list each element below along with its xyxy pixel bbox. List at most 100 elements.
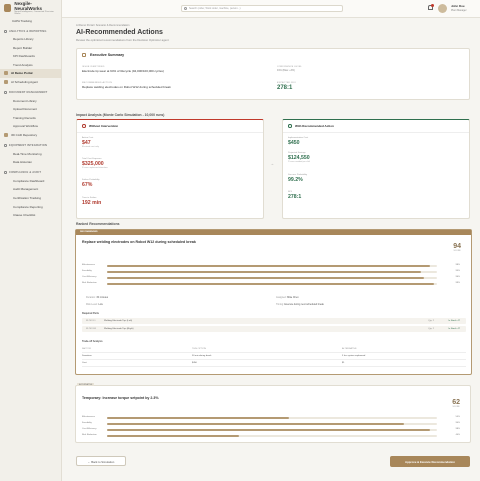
brand-name: Nexgile-NeuralWorks xyxy=(14,1,43,11)
robot-icon xyxy=(4,79,8,84)
sparkle-icon xyxy=(4,71,8,76)
topbar: Search (order, Work order, machine, pers… xyxy=(62,0,480,18)
recommendation-2-title: Temporary: Increase torque setpoint by 2… xyxy=(82,396,159,400)
without-title: Without Intervention xyxy=(89,124,119,128)
page-title: AI-Recommended Actions xyxy=(76,29,163,36)
search-icon xyxy=(184,7,187,11)
ranked-title: Ranked Recommendations xyxy=(76,222,120,226)
with-roi: ROI 278:1 xyxy=(288,191,302,200)
recommendation-card-2[interactable]: ALTERNATIVE Temporary: Increase torque s… xyxy=(75,383,471,443)
page-subtitle: Review the optimized recommendations fro… xyxy=(76,37,169,42)
document-icon xyxy=(4,91,7,95)
without-total-cost: Total Cost Exposure $325,000 3 hours unpla… xyxy=(82,158,108,169)
warning-icon xyxy=(82,124,86,128)
with-implementation-cost: Implementation Cost $450 xyxy=(288,137,309,146)
without-action-cost: Action Cost $47 Electrode cost only xyxy=(82,137,99,148)
cube-icon xyxy=(4,132,8,137)
table-header: FACTOR THIS OPTION ALTERNATIVE xyxy=(82,346,466,353)
score-bar-feasibility: Feasibility 90% xyxy=(82,421,460,425)
sidebar-item-clause-checklist[interactable]: Clause Checklist xyxy=(0,211,61,220)
confidence-level: CONFIDENCE LEVEL 91% (Bias: +3%) xyxy=(277,65,303,72)
score-bar-cost-efficiency: Cost Efficiency 98% xyxy=(82,427,460,431)
part-row: W-7474-R Welding Electrode Tips (Right) Qt… xyxy=(82,326,466,332)
with-projected-savings: Projected Savings $124,550 2 hours avoided… xyxy=(288,152,310,163)
without-time-to-failure: Time to Failure 192 min xyxy=(82,197,102,206)
recommended-banner: RECOMMENDED xyxy=(76,230,471,235)
part-row: W-7474-1 Welding Electrode Tips (Left) Qty… xyxy=(82,318,466,324)
sidebar-section-compliance[interactable]: COMPLIANCE & AUDIT xyxy=(4,171,57,175)
sidebar-section-equipment[interactable]: EQUIPMENT INTEGRATION xyxy=(4,144,57,148)
with-success-probability: Success Probability 99.2% xyxy=(288,174,308,183)
impact-title: Impact Analysis (Monte Carlo Simulation … xyxy=(76,113,165,117)
sidebar-item-certification-tracking[interactable]: Certification Tracking xyxy=(0,194,61,203)
executive-summary-title: Executive Summary xyxy=(90,52,125,57)
sidebar-item-approval-workflow[interactable]: Approval Workflow xyxy=(0,122,61,131)
sidebar-item-training-records[interactable]: Training Records xyxy=(0,113,61,122)
without-intervention-card: Without Intervention Action Cost $47 Elect… xyxy=(76,119,264,219)
ranked-recommendations: Ranked Recommendations RECOMMENDED Repla… xyxy=(75,222,472,375)
arrow-right-icon: → xyxy=(270,161,274,166)
recommendation-score: 94 SCORE xyxy=(453,243,461,252)
check-icon xyxy=(288,124,292,128)
back-to-simulation-button[interactable]: ← Back to Simulation xyxy=(76,456,126,466)
recommendation-card-1[interactable]: RECOMMENDED Replace welding electrodes o… xyxy=(75,229,472,375)
notification-bell-icon[interactable] xyxy=(427,4,434,11)
table-row: Cost $450 $1 xyxy=(82,360,466,367)
sidebar-section-documents[interactable]: DOCUMENT MANAGEMENT xyxy=(4,91,57,95)
sidebar-item-capa-tracking[interactable]: CAPA Tracking xyxy=(0,16,61,25)
score-bar-cost-efficiency: Cost Efficiency 96% xyxy=(82,275,460,279)
sidebar-item-data-historian[interactable]: Data Historian xyxy=(0,158,61,167)
detail-assigned: Assigned: Mike Chen xyxy=(276,296,299,299)
sidebar-item-document-library[interactable]: Document Library xyxy=(0,96,61,105)
with-recommended-card: With Recommended Action Implementation C… xyxy=(282,119,470,219)
sidebar: Nexgile-NeuralWorks Neural Intelligence,… xyxy=(0,0,62,481)
chart-icon xyxy=(4,29,7,33)
search-input[interactable]: Search (order, Work order, machine, pers… xyxy=(181,4,343,12)
impact-analysis: Impact Analysis (Monte Carlo Simulation … xyxy=(76,113,470,219)
brand-logo-icon xyxy=(4,4,12,12)
sidebar-item-real-time-monitoring[interactable]: Real-Time Monitoring xyxy=(0,149,61,158)
notification-dot xyxy=(431,4,434,7)
breadcrumb[interactable]: AI Demo Portal / Scenario & Recommendati… xyxy=(76,24,470,27)
sidebar-item-ai-demo-portal[interactable]: AI Demo Portal xyxy=(0,68,61,78)
score-bar-risk-reduction: Risk Reduction 99% xyxy=(82,281,460,285)
sidebar-item-upload-document[interactable]: Upload Document xyxy=(0,105,61,114)
approve-execute-button[interactable]: Approve & Execute Recommendation xyxy=(390,456,470,467)
executive-summary-card: Executive Summary ISSUE IDENTIFIED Electr… xyxy=(76,47,470,100)
shield-icon xyxy=(4,171,7,175)
trade-off-table: FACTOR THIS OPTION ALTERNATIVE Downtime 30 … xyxy=(82,346,466,367)
sidebar-item-3d-cad-repository[interactable]: 3D CAD Repository xyxy=(0,131,61,140)
summary-icon xyxy=(82,52,86,57)
without-failure-probability: Failure Probability 67% xyxy=(82,179,100,188)
brand-subtitle: Neural Intelligence, Connected Precision… xyxy=(14,11,54,15)
issue-identified: ISSUE IDENTIFIED Electrode tip wear at 94… xyxy=(82,65,164,73)
sidebar-item-trend-analysis[interactable]: Trend Analysis xyxy=(0,60,61,69)
trade-off-title: Trade-off Analysis xyxy=(82,340,103,343)
sidebar-item-ai-scheduling-agent[interactable]: AI Scheduling Agent xyxy=(0,78,61,87)
detail-duration: Duration: 30 minutes xyxy=(86,296,109,299)
with-title: With Recommended Action xyxy=(295,124,334,128)
sidebar-item-kpi-dashboards[interactable]: KPI Dashboards xyxy=(0,52,61,61)
sidebar-item-reports-library[interactable]: Reports Library xyxy=(0,35,61,44)
detail-risk-level: Risk Level: Low xyxy=(86,303,103,306)
recommendation-title: Replace welding electrodes on Robot W12 … xyxy=(82,240,196,244)
sidebar-item-compliance-reporting[interactable]: Compliance Reporting xyxy=(0,202,61,211)
brand[interactable]: Nexgile-NeuralWorks Neural Intelligence,… xyxy=(0,0,61,16)
main-content: AI Demo Portal / Scenario & Recommendati… xyxy=(76,24,470,100)
required-parts-title: Required Parts xyxy=(82,312,100,315)
sidebar-item-report-builder[interactable]: Report Builder xyxy=(0,43,61,52)
expected-roi: EXPECTED ROI 278:1 xyxy=(277,81,296,91)
score-bar-feasibility: Feasibility 95% xyxy=(82,269,460,273)
alternative-tag: ALTERNATIVE xyxy=(77,383,95,386)
sidebar-item-audit-management[interactable]: Audit Management xyxy=(0,185,61,194)
detail-timing: Timing: Execute during next scheduled br… xyxy=(276,303,324,306)
plug-icon xyxy=(4,144,7,148)
sidebar-item-compliance-dashboard[interactable]: Compliance Dashboard xyxy=(0,176,61,185)
user-menu[interactable]: John Doe Plant Manager xyxy=(451,4,467,12)
recommendation-2-score: 62 SCORE xyxy=(452,399,460,408)
table-row: Downtime 30 min during break 3 hrs system … xyxy=(82,353,466,360)
score-bar-effectiveness: Effectiveness 98% xyxy=(82,263,460,267)
avatar[interactable] xyxy=(438,3,447,13)
sidebar-section-analytics[interactable]: ANALYTICS & REPORTING xyxy=(4,29,57,33)
score-bar-effectiveness: Effectiveness 55% xyxy=(82,415,460,419)
